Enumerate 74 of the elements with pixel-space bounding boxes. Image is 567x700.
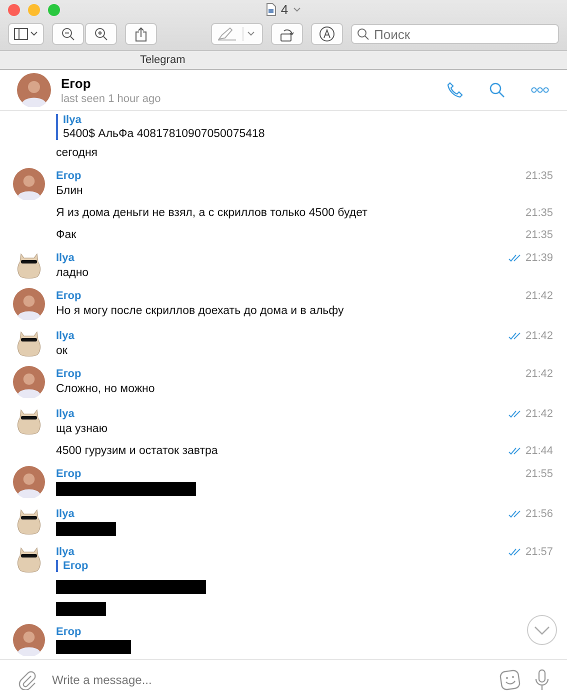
message-time: 21:39 (525, 252, 553, 264)
window-tab[interactable]: Telegram (140, 54, 186, 66)
message-time: 21:42 (525, 330, 553, 342)
message-time: 21:42 (525, 368, 553, 380)
zoom-out-button[interactable] (52, 23, 84, 45)
avatar (13, 168, 45, 200)
share-icon (135, 26, 147, 42)
microphone-icon[interactable] (535, 669, 549, 691)
avatar (17, 73, 51, 107)
caret-icon[interactable] (293, 7, 302, 12)
message-time: 21:56 (525, 508, 553, 520)
last-seen-status: last seen 1 hour ago (61, 92, 161, 104)
message-text: сегодня (56, 146, 98, 158)
contact-name: Егор (61, 76, 92, 90)
sender-name: Ilya (56, 252, 74, 264)
sender-name: Егор (56, 170, 82, 182)
redaction-bar (56, 522, 116, 536)
message-text: 4500 гурузим и остаток завтра (56, 444, 218, 456)
message-time: 21:42 (525, 290, 553, 302)
markup-button[interactable] (311, 23, 343, 45)
message-time: 21:55 (525, 468, 553, 480)
sender-name: Егор (56, 368, 82, 380)
message-time: 21:42 (525, 408, 553, 420)
message-time: 21:35 (525, 228, 553, 240)
zoom-in-button[interactable] (85, 23, 117, 45)
reply-sender-name: Егор (63, 560, 90, 572)
sender-name: Ilya (56, 330, 74, 342)
reply-quote-text: 5400$ АльФа 40817810907050075418 (63, 128, 266, 140)
message-time: 21:35 (525, 206, 553, 218)
more-icon[interactable] (531, 87, 549, 93)
search-field[interactable]: Поиск (351, 24, 559, 44)
sender-name: Егор (56, 290, 82, 302)
zoom-button[interactable] (48, 4, 60, 16)
message-input[interactable]: Write a message... (50, 672, 485, 688)
sender-name: Ilya (56, 546, 74, 558)
message-text: Блин (56, 184, 83, 196)
window-title: 4 (280, 2, 288, 17)
share-button[interactable] (125, 23, 157, 45)
message-text: ок (56, 344, 68, 356)
sidebar-icon (14, 28, 38, 40)
rotate-button[interactable] (271, 23, 303, 45)
message-text: Но я могу после скриллов доехать до дома и в альфу (56, 304, 344, 316)
message-time: 21:44 (525, 444, 553, 456)
message-time: 21:57 (525, 546, 553, 558)
message-text: Сложно, но можно (56, 382, 155, 394)
message-text: Фак (56, 228, 76, 240)
sender-name: Егор (56, 468, 82, 480)
close-button[interactable] (8, 4, 20, 16)
sticker-icon[interactable] (499, 669, 521, 691)
reply-sender-name: Ilya (63, 114, 82, 126)
message-text: ща узнаю (56, 422, 108, 434)
rotate-icon (279, 26, 295, 42)
message-text: Я из дома деньги не взял, а с скриллов только 4500 будет (56, 206, 368, 218)
zoom-in-icon (94, 27, 108, 41)
highlight-button[interactable] (211, 23, 263, 45)
pen-circle-icon (319, 26, 335, 42)
redaction-bar (56, 602, 106, 616)
sender-name: Ilya (56, 408, 74, 420)
chevron-down-icon (534, 626, 550, 634)
search-icon[interactable] (489, 82, 505, 98)
sender-name: Ilya (56, 508, 74, 520)
zoom-out-icon (61, 27, 75, 41)
avatar (13, 624, 45, 656)
avatar (13, 366, 45, 398)
attach-icon[interactable] (18, 670, 36, 690)
scroll-down-button[interactable] (527, 615, 557, 645)
sidebar-button[interactable] (8, 23, 44, 45)
avatar (13, 288, 45, 320)
message-text: ладно (56, 266, 89, 278)
avatar (13, 466, 45, 498)
sender-name: Егор (56, 626, 82, 638)
document-icon (266, 3, 276, 16)
message-time: 21:35 (525, 170, 553, 182)
phone-icon[interactable] (447, 82, 463, 98)
